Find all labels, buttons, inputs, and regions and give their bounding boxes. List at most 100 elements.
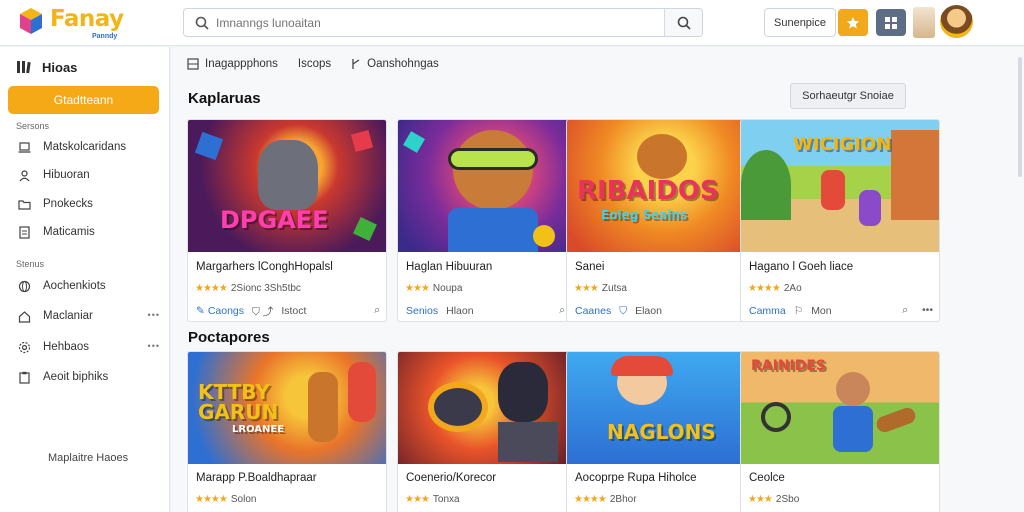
- game-card[interactable]: DPGAEE Margarhers lConghHopalsl ★★★★ 2Si…: [187, 119, 387, 322]
- search-icon[interactable]: ⌕: [559, 304, 565, 317]
- sidebar-item-7[interactable]: Hehbaos •••: [18, 338, 160, 356]
- game-title: Margarhers lConghHopalsl: [196, 261, 333, 273]
- header-text-button[interactable]: Sunenpice: [764, 8, 836, 37]
- category-tag[interactable]: ✎ Caongs: [196, 305, 244, 317]
- search-icon[interactable]: ⌕: [374, 304, 380, 317]
- star-rating-icon: ★★★★: [195, 494, 228, 505]
- sidebar: Hioas Gtadtteann Sersons Matskolcaridans…: [0, 47, 170, 512]
- star-rating-icon: ★★★: [405, 494, 430, 505]
- game-rating: ★★★ Noupa: [405, 283, 462, 294]
- search-bar: [183, 8, 703, 37]
- user-icon: [18, 169, 31, 182]
- game-title: Coenerio/Korecor: [406, 472, 497, 484]
- game-thumbnail[interactable]: RIBAIDOS Eoieg Seains: [567, 120, 765, 252]
- rating-text: Tonxa: [432, 494, 460, 505]
- section-title: Kaplaruas: [188, 90, 261, 107]
- document-icon: [18, 225, 31, 239]
- game-thumbnail[interactable]: DPGAEE: [188, 120, 386, 252]
- game-card[interactable]: RIBAIDOS Eoieg Seains Sanei ★★★ Zutsa Ca…: [566, 119, 766, 322]
- profile-thumbnail[interactable]: [913, 7, 935, 38]
- clipboard-icon: [18, 371, 31, 384]
- breadcrumb-item[interactable]: Iscops: [298, 58, 331, 70]
- app-logo[interactable]: Fanay Panndy: [14, 4, 154, 44]
- sidebar-item-6[interactable]: Maclaniar •••: [18, 307, 160, 325]
- thumbnail-subtitle-art: LROANEE: [232, 424, 285, 435]
- section-title: Poctapores: [188, 329, 270, 346]
- sidebar-item-label: Maclaniar: [43, 310, 93, 322]
- sidebar-item-3[interactable]: Pnokecks: [18, 195, 160, 213]
- thumbnail-title-art: DPGAEE: [220, 206, 329, 234]
- sort-button[interactable]: Sorhaeutgr Snoiae: [790, 83, 906, 109]
- more-options-icon[interactable]: •••: [148, 310, 160, 320]
- footer-label: Elaon: [635, 305, 662, 317]
- star-rating-icon: ★★★★: [748, 283, 781, 294]
- sidebar-item-4[interactable]: Maticamis: [18, 223, 160, 241]
- sidebar-item-label: Maticamis: [43, 226, 95, 238]
- card-footer: Caanes ⛉ Elaon ⌕: [575, 304, 759, 318]
- category-tag[interactable]: Camma: [749, 305, 786, 317]
- game-thumbnail[interactable]: WICIGION: [741, 120, 939, 252]
- game-thumbnail[interactable]: KTTBY GARUN LROANEE: [188, 352, 386, 464]
- more-options-icon[interactable]: •••: [148, 341, 160, 351]
- game-thumbnail[interactable]: NAGLONS: [567, 352, 765, 464]
- card-footer: Senios Hlaon ⌕•••: [406, 304, 590, 318]
- sidebar-footer-link[interactable]: Maplaitre Haoes: [48, 452, 128, 464]
- category-tag[interactable]: Senios: [406, 305, 438, 317]
- scrollbar[interactable]: [1018, 57, 1022, 177]
- breadcrumb-label: Iscops: [297, 58, 332, 70]
- logo-subtext: Panndy: [92, 33, 118, 40]
- top-header: Fanay Panndy Sunenpice: [0, 0, 1024, 46]
- search-button[interactable]: [664, 9, 702, 36]
- game-card[interactable]: KTTBY GARUN LROANEE Marapp P.Boaldhapraa…: [187, 351, 387, 512]
- breadcrumb-item[interactable]: Oanshohngas: [351, 58, 439, 70]
- game-card[interactable]: WICIGION Hagano l Goeh liace ★★★★ 2Ao Ca…: [740, 119, 940, 322]
- footer-label: Mon: [811, 305, 832, 317]
- thumbnail-title-art: NAGLONS: [607, 420, 716, 444]
- game-rating: ★★★★ Solon: [195, 494, 256, 505]
- rating-text: 2Sionc 3Sh5tbc: [230, 283, 301, 294]
- grid-menu-button[interactable]: [876, 9, 906, 36]
- user-avatar[interactable]: [940, 5, 973, 38]
- sidebar-section-label: Sersons: [16, 121, 50, 131]
- game-thumbnail[interactable]: RAINIDES: [741, 352, 939, 464]
- game-title: Hagano l Goeh liace: [749, 261, 854, 273]
- star-rating-icon: ★★★: [405, 283, 430, 294]
- search-input[interactable]: [216, 13, 656, 33]
- category-label: Caanes: [575, 305, 612, 317]
- star-rating-icon: ★★★: [574, 283, 599, 294]
- sidebar-item-1[interactable]: Matskolcaridans: [18, 138, 160, 156]
- sidebar-item-label: Aochenkiots: [43, 280, 106, 292]
- sidebar-section-label: Stenus: [16, 259, 45, 269]
- breadcrumb-item[interactable]: Inagappphons: [187, 58, 278, 70]
- game-title: Sanei: [575, 261, 605, 273]
- more-options-icon[interactable]: •••: [922, 304, 933, 317]
- shield-icon: ⚐: [793, 305, 804, 317]
- star-badge-icon: [847, 16, 859, 28]
- search-icon: [677, 16, 691, 30]
- game-title: Ceolce: [749, 472, 785, 484]
- star-rating-icon: ★★★★: [195, 283, 228, 294]
- notifications-button[interactable]: [838, 9, 868, 36]
- logo-cube-icon: [20, 8, 42, 34]
- main-content: Inagappphons Iscops Oanshohngas Kaplarua…: [171, 47, 1024, 512]
- rating-text: 2Sbo: [775, 494, 800, 505]
- sidebar-item-2[interactable]: Hibuoran: [18, 166, 160, 184]
- globe-icon: [18, 280, 31, 293]
- sidebar-item-8[interactable]: Aeoit biphiks: [18, 368, 160, 386]
- sidebar-item-label: Pnokecks: [43, 198, 93, 210]
- rating-text: 2Ao: [783, 283, 802, 294]
- search-icon[interactable]: ⌕: [902, 304, 908, 317]
- sidebar-primary-button[interactable]: Gtadtteann: [8, 86, 159, 114]
- game-card[interactable]: NAGLONS Aocoprpe Rupa Hiholce ★★★★ 2Bhor: [566, 351, 766, 512]
- rating-text: Solon: [230, 494, 257, 505]
- category-tag[interactable]: Caanes: [575, 305, 611, 317]
- thumbnail-title-art: KTTBY GARUN: [198, 380, 279, 424]
- game-card[interactable]: RAINIDES Ceolce ★★★ 2Sbo: [740, 351, 940, 512]
- category-label: Senios: [406, 305, 439, 317]
- thumbnail-title-art: RIBAIDOS: [577, 176, 719, 206]
- sidebar-header[interactable]: Hioas: [16, 59, 77, 75]
- sidebar-item-label: Hehbaos: [43, 341, 90, 353]
- card-footer: ✎ Caongs ⛉ ⤴ Istoct ⌕: [196, 304, 380, 318]
- sidebar-item-5[interactable]: Aochenkiots: [18, 277, 160, 295]
- tag-icon: ✎: [196, 305, 205, 317]
